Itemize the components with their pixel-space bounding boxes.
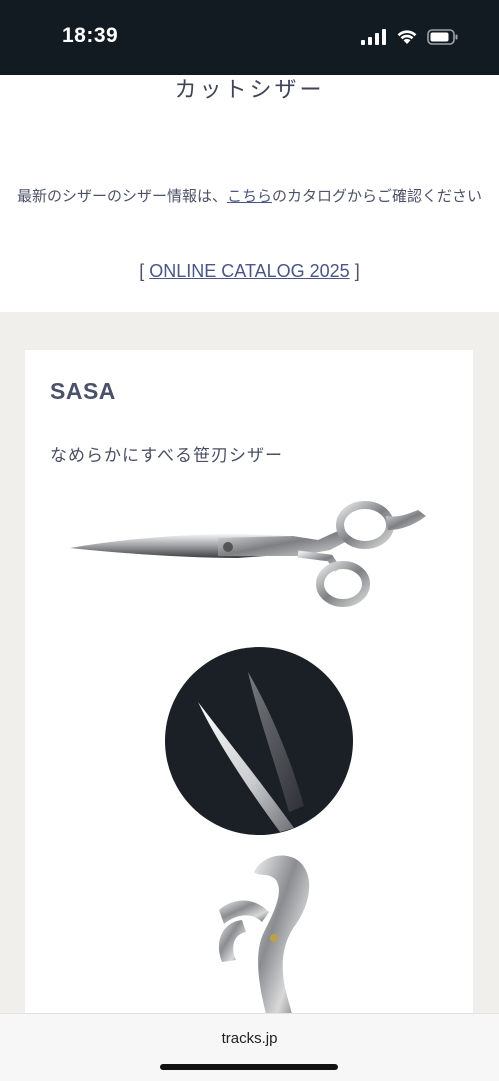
wifi-icon	[397, 30, 417, 44]
battery-icon	[427, 28, 458, 45]
home-indicator[interactable]	[160, 1064, 338, 1070]
product-name: SASA	[50, 378, 116, 404]
intro-text-after: のカタログからご確認ください	[272, 187, 483, 205]
scissors-product-image	[70, 501, 426, 607]
status-icons	[361, 28, 459, 45]
catalog-here-link[interactable]: こちら	[227, 187, 272, 205]
intro-text-before: 最新のシザーのシザー情報は、	[16, 187, 227, 205]
online-catalog-link[interactable]: ONLINE CATALOG 2025	[149, 261, 349, 281]
page-title: カットシザー	[174, 78, 325, 103]
status-bar: 18:39	[0, 0, 499, 75]
status-time: 18:39	[62, 24, 119, 47]
cellular-signal-icon	[361, 28, 386, 45]
blade-closeup-image	[165, 647, 353, 835]
browser-url-bar[interactable]	[0, 1013, 499, 1081]
product-tagline: なめらかにすべる笹刃シザー	[50, 446, 283, 466]
handle-detail-image	[218, 855, 310, 1014]
bracket-open: [	[139, 261, 150, 281]
url-text[interactable]: tracks.jp	[0, 1030, 499, 1047]
bracket-close: ]	[349, 261, 360, 281]
online-catalog-line: [ ONLINE CATALOG 2025 ]	[0, 261, 499, 282]
intro-text: 最新のシザーのシザー情報は、こちらのカタログからご確認ください	[0, 183, 499, 209]
